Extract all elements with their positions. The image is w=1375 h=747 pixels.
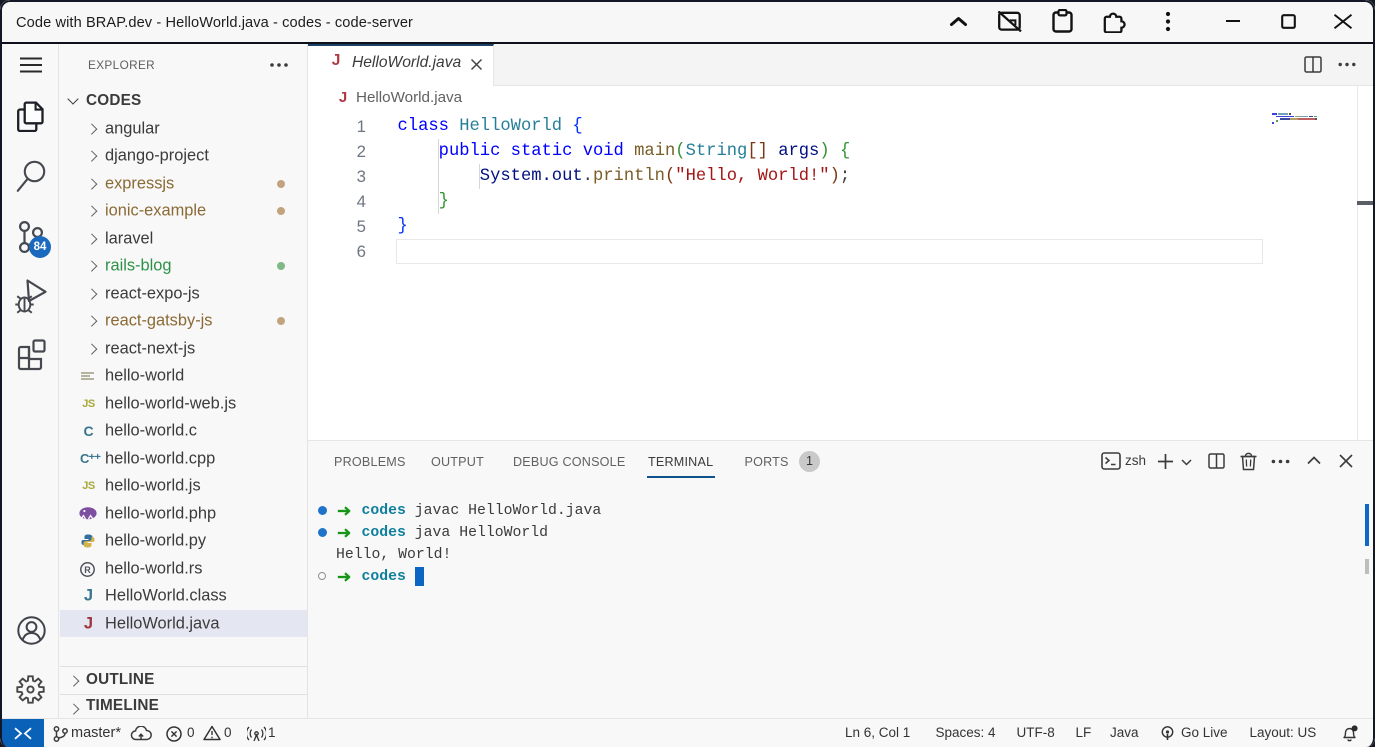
svg-text:R: R	[84, 565, 91, 575]
